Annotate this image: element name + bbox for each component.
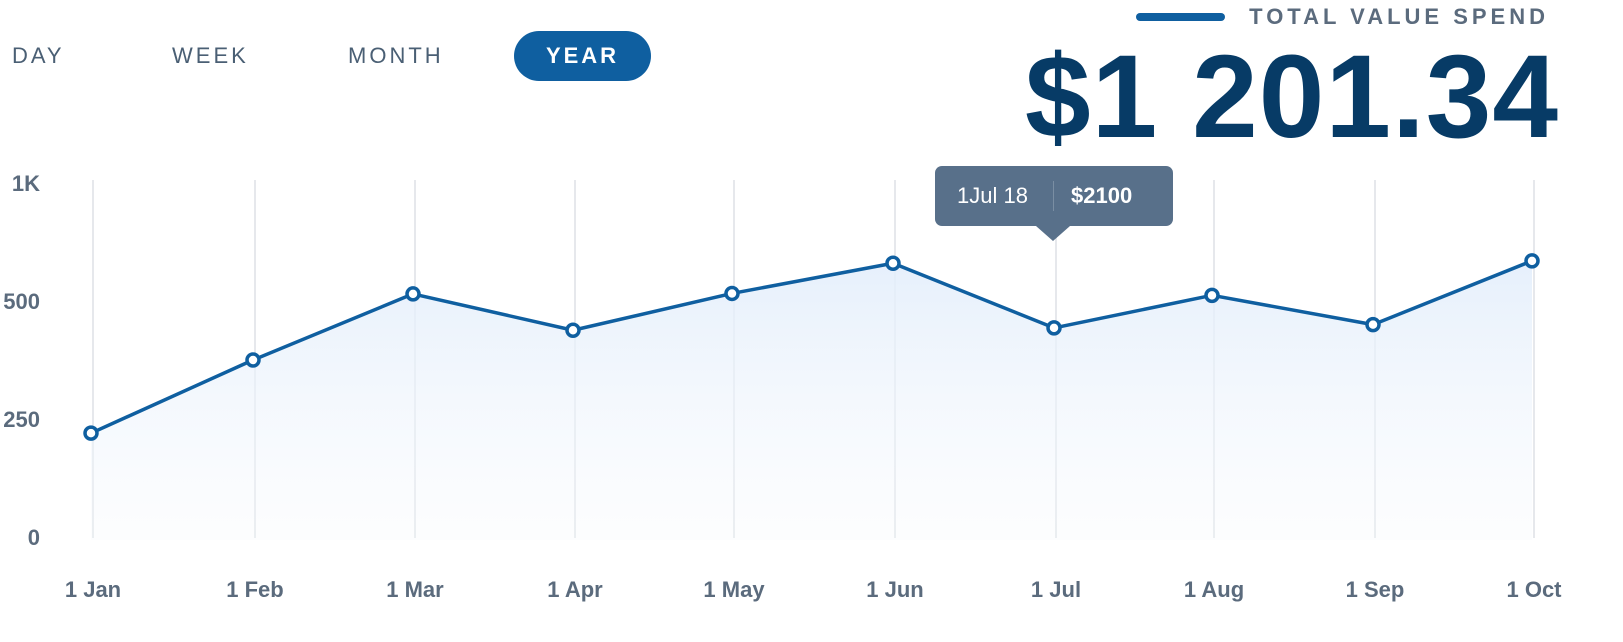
x-tick-label: 1 May: [703, 577, 765, 602]
tooltip-value: $2100: [1071, 183, 1133, 208]
data-point[interactable]: [405, 286, 421, 302]
data-point[interactable]: [1204, 287, 1220, 304]
x-tick-label: 1 Jan: [65, 577, 121, 602]
data-point[interactable]: [83, 425, 99, 441]
data-point[interactable]: [1524, 253, 1540, 269]
chart-area-fill: [91, 260, 1532, 540]
y-tick-label: 1K: [12, 171, 40, 196]
y-tick-label: 500: [3, 289, 40, 314]
x-tick-label: 1 Aug: [1184, 577, 1244, 602]
data-point[interactable]: [565, 322, 581, 339]
y-tick-label: 0: [28, 525, 40, 550]
x-tick-label: 1 Sep: [1346, 577, 1405, 602]
line-chart: 0 250 500 1K 1 Jan 1 Feb 1 Mar 1 Apr 1 May 1 Jun…: [3, 171, 1562, 602]
data-point[interactable]: [1046, 320, 1062, 336]
x-tick-label: 1 Oct: [1506, 577, 1562, 602]
data-point[interactable]: [245, 352, 261, 368]
data-point[interactable]: [885, 255, 901, 271]
tooltip-date: 1Jul 18: [957, 183, 1028, 208]
x-tick-label: 1 Mar: [386, 577, 444, 602]
data-point[interactable]: [724, 285, 740, 302]
y-tick-label: 250: [3, 407, 40, 432]
x-tick-label: 1 Feb: [226, 577, 283, 602]
x-tick-label: 1 Apr: [547, 577, 603, 602]
tooltip-divider: [1053, 181, 1054, 211]
data-point[interactable]: [1365, 316, 1381, 333]
x-tick-label: 1 Jul: [1031, 577, 1081, 602]
x-tick-label: 1 Jun: [866, 577, 923, 602]
chart-tooltip: 1Jul 18 $2100: [935, 166, 1173, 241]
